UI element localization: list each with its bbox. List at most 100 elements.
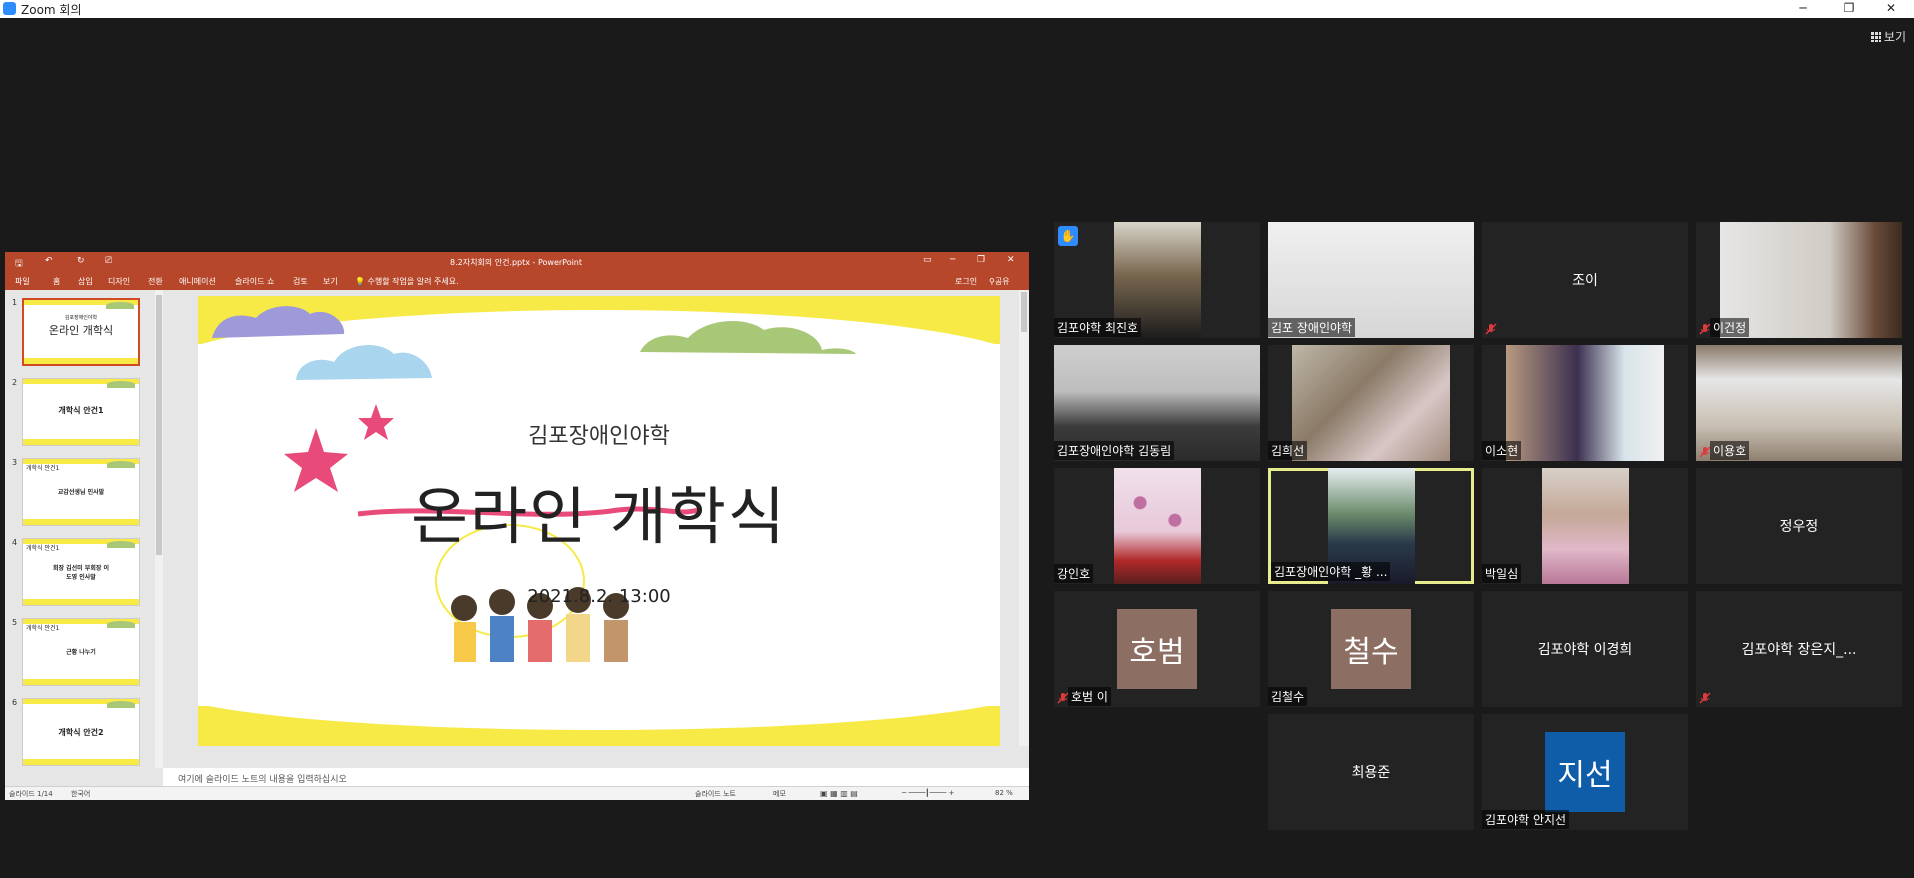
raised-hand-icon: ✋: [1058, 226, 1078, 246]
notes-toggle[interactable]: 슬라이드 노트: [695, 789, 736, 799]
participant-tile[interactable]: 조이: [1482, 222, 1688, 338]
thumb-label: 회장 김선미 부회장 이도영 인사말: [53, 565, 109, 581]
slide-thumbnail-5[interactable]: 개학식 안건1 근황 나누기: [22, 618, 140, 686]
muted-mic-icon: [1699, 692, 1711, 704]
thumb-tag: 개학식 안건1: [26, 545, 60, 552]
participant-video: [1542, 468, 1629, 584]
scrollbar-thumb[interactable]: [156, 295, 162, 555]
participant-name: 호범 이: [1068, 687, 1111, 706]
thumbnails-scrollbar[interactable]: [155, 290, 163, 768]
slide-notes[interactable]: 여기에 슬라이드 노트의 내용을 입력하십시오: [163, 768, 1029, 786]
undo-icon[interactable]: ↶: [45, 256, 53, 266]
comments-toggle[interactable]: 메모: [773, 789, 786, 799]
participant-video: [1506, 345, 1664, 461]
thumb-band: [23, 759, 139, 765]
slide-number: 5: [12, 618, 18, 627]
thumb-hill: [107, 381, 135, 388]
slide-thumbnail-4[interactable]: 개학식 안건1 회장 김선미 부회장 이도영 인사말: [22, 538, 140, 606]
ppt-restore-button[interactable]: ❐: [977, 255, 985, 265]
redo-icon[interactable]: ↻: [77, 256, 85, 266]
participant-tile[interactable]: 김포 장애인야학: [1268, 222, 1474, 338]
participant-tile[interactable]: 최용준: [1268, 714, 1474, 830]
participant-tile[interactable]: 김포야학 이경희: [1482, 591, 1688, 707]
slide-thumbnail-2[interactable]: 개학식 안건1: [22, 378, 140, 446]
tab-design[interactable]: 디자인: [108, 276, 130, 287]
participant-tile[interactable]: 이건정: [1696, 222, 1902, 338]
tab-home[interactable]: 홈: [53, 276, 60, 287]
tab-review[interactable]: 검토: [293, 276, 308, 287]
language-indicator[interactable]: 한국어: [71, 789, 90, 799]
tab-view[interactable]: 보기: [323, 276, 338, 287]
ppt-close-button[interactable]: ✕: [1007, 255, 1015, 265]
zoom-level[interactable]: 82 %: [995, 789, 1013, 797]
thumb-hill: [106, 302, 134, 309]
login-link[interactable]: 로그인: [955, 276, 977, 287]
participant-tile[interactable]: 강인호: [1054, 468, 1260, 584]
current-slide[interactable]: 김포장애인야학 온라인 개학식 2021.8.2. 13:00: [198, 296, 1000, 746]
slide-editor: 김포장애인야학 온라인 개학식 2021.8.2. 13:00: [163, 290, 1029, 768]
view-button[interactable]: 보기: [1870, 28, 1906, 45]
participant-tile[interactable]: 호범 호범 이: [1054, 591, 1260, 707]
muted-mic-icon: [1485, 323, 1497, 335]
slide-number: 1: [12, 298, 18, 307]
grid-icon: [1870, 32, 1881, 42]
participant-tile[interactable]: 철수 김철수: [1268, 591, 1474, 707]
present-icon[interactable]: ⎚: [105, 256, 112, 266]
thumb-label: 온라인 개학식: [48, 324, 114, 337]
slide-thumbnail-3[interactable]: 개학식 안건1 교감선생님 인사말: [22, 458, 140, 526]
participant-name-center: 김포야학 장은지_...: [1741, 642, 1857, 658]
ppt-ribbon-display-icon[interactable]: ▭: [923, 255, 932, 265]
window-title: Zoom 회의: [21, 3, 82, 17]
participant-tile[interactable]: 정우정: [1696, 468, 1902, 584]
participant-name: 김포장애인야학 김동림: [1054, 441, 1175, 460]
tab-animations[interactable]: 애니메이션: [179, 276, 216, 287]
thumb-label: 개학식 안건2: [58, 728, 104, 737]
ppt-minimize-button[interactable]: ─: [950, 255, 955, 265]
thumb-tag: 개학식 안건1: [26, 465, 60, 472]
participant-tile[interactable]: 김포야학 장은지_...: [1696, 591, 1902, 707]
tab-slideshow[interactable]: 슬라이드 쇼: [235, 276, 274, 287]
tell-me-box[interactable]: 💡 수행할 작업을 알려 주세요.: [355, 276, 459, 287]
participant-avatar: 지선: [1545, 732, 1625, 812]
tab-insert[interactable]: 삽입: [78, 276, 93, 287]
shared-screen: 🖫 ↶ ↻ ⎚ 8.2자치회의 안건.pptx - PowerPoint ▭ ─…: [5, 252, 1029, 800]
thumb-hill: [107, 541, 135, 548]
close-button[interactable]: ✕: [1868, 0, 1914, 18]
save-icon[interactable]: 🖫: [15, 256, 23, 272]
scrollbar-thumb[interactable]: [1021, 292, 1027, 332]
participant-tile[interactable]: 지선 김포야학 안지선: [1482, 714, 1688, 830]
tab-file[interactable]: 파일: [15, 276, 30, 287]
slide-thumbnail-6[interactable]: 개학식 안건2: [22, 698, 140, 766]
participant-tile[interactable]: ✋ 김포야학 최진호: [1054, 222, 1260, 338]
participant-name: 이소현: [1482, 441, 1522, 460]
zoom-slider[interactable]: ─ ────┃──── +: [902, 789, 954, 797]
tab-transitions[interactable]: 전환: [148, 276, 163, 287]
ppt-ribbon-tabs: 파일 홈 삽입 디자인 전환 애니메이션 슬라이드 쇼 검토 보기 💡 수행할 …: [5, 272, 1029, 290]
slide-title: 온라인 개학식: [411, 480, 787, 553]
participant-name: 김희선: [1268, 441, 1308, 460]
window-titlebar: Zoom 회의 ─ ❐ ✕: [0, 0, 1914, 18]
thumb-label: 개학식 안건1: [58, 406, 104, 415]
participant-tile[interactable]: 김희선: [1268, 345, 1474, 461]
participant-avatar: 철수: [1331, 609, 1411, 689]
participant-tile-active-speaker[interactable]: 김포장애인야학 _황 ...: [1268, 468, 1474, 584]
thumb-band: [24, 358, 138, 364]
slide-number: 3: [12, 458, 18, 467]
slide-counter: 슬라이드 1/14: [9, 790, 53, 798]
participant-tile[interactable]: 김포장애인야학 김동림: [1054, 345, 1260, 461]
slide-thumbnail-1[interactable]: 김포장애인야학 온라인 개학식: [22, 298, 140, 366]
share-button[interactable]: ⚲공유: [989, 276, 1010, 287]
slide-date: 2021.8.2. 13:00: [527, 586, 671, 607]
thumb-subtitle: 김포장애인야학: [64, 315, 98, 321]
view-icons[interactable]: ▣ ▦ ▥ ▤: [820, 789, 858, 798]
purple-cloud: [212, 306, 345, 338]
blue-cloud: [296, 344, 432, 380]
slide-scrollbar[interactable]: [1019, 290, 1029, 746]
participant-tile[interactable]: 박일심: [1482, 468, 1688, 584]
participant-tile[interactable]: 이소현: [1482, 345, 1688, 461]
restore-button[interactable]: ❐: [1826, 0, 1872, 18]
participant-tile[interactable]: 이용호: [1696, 345, 1902, 461]
minimize-button[interactable]: ─: [1780, 0, 1826, 18]
participant-name-center: 최용준: [1351, 765, 1391, 781]
participant-name: 이건정: [1710, 318, 1750, 337]
